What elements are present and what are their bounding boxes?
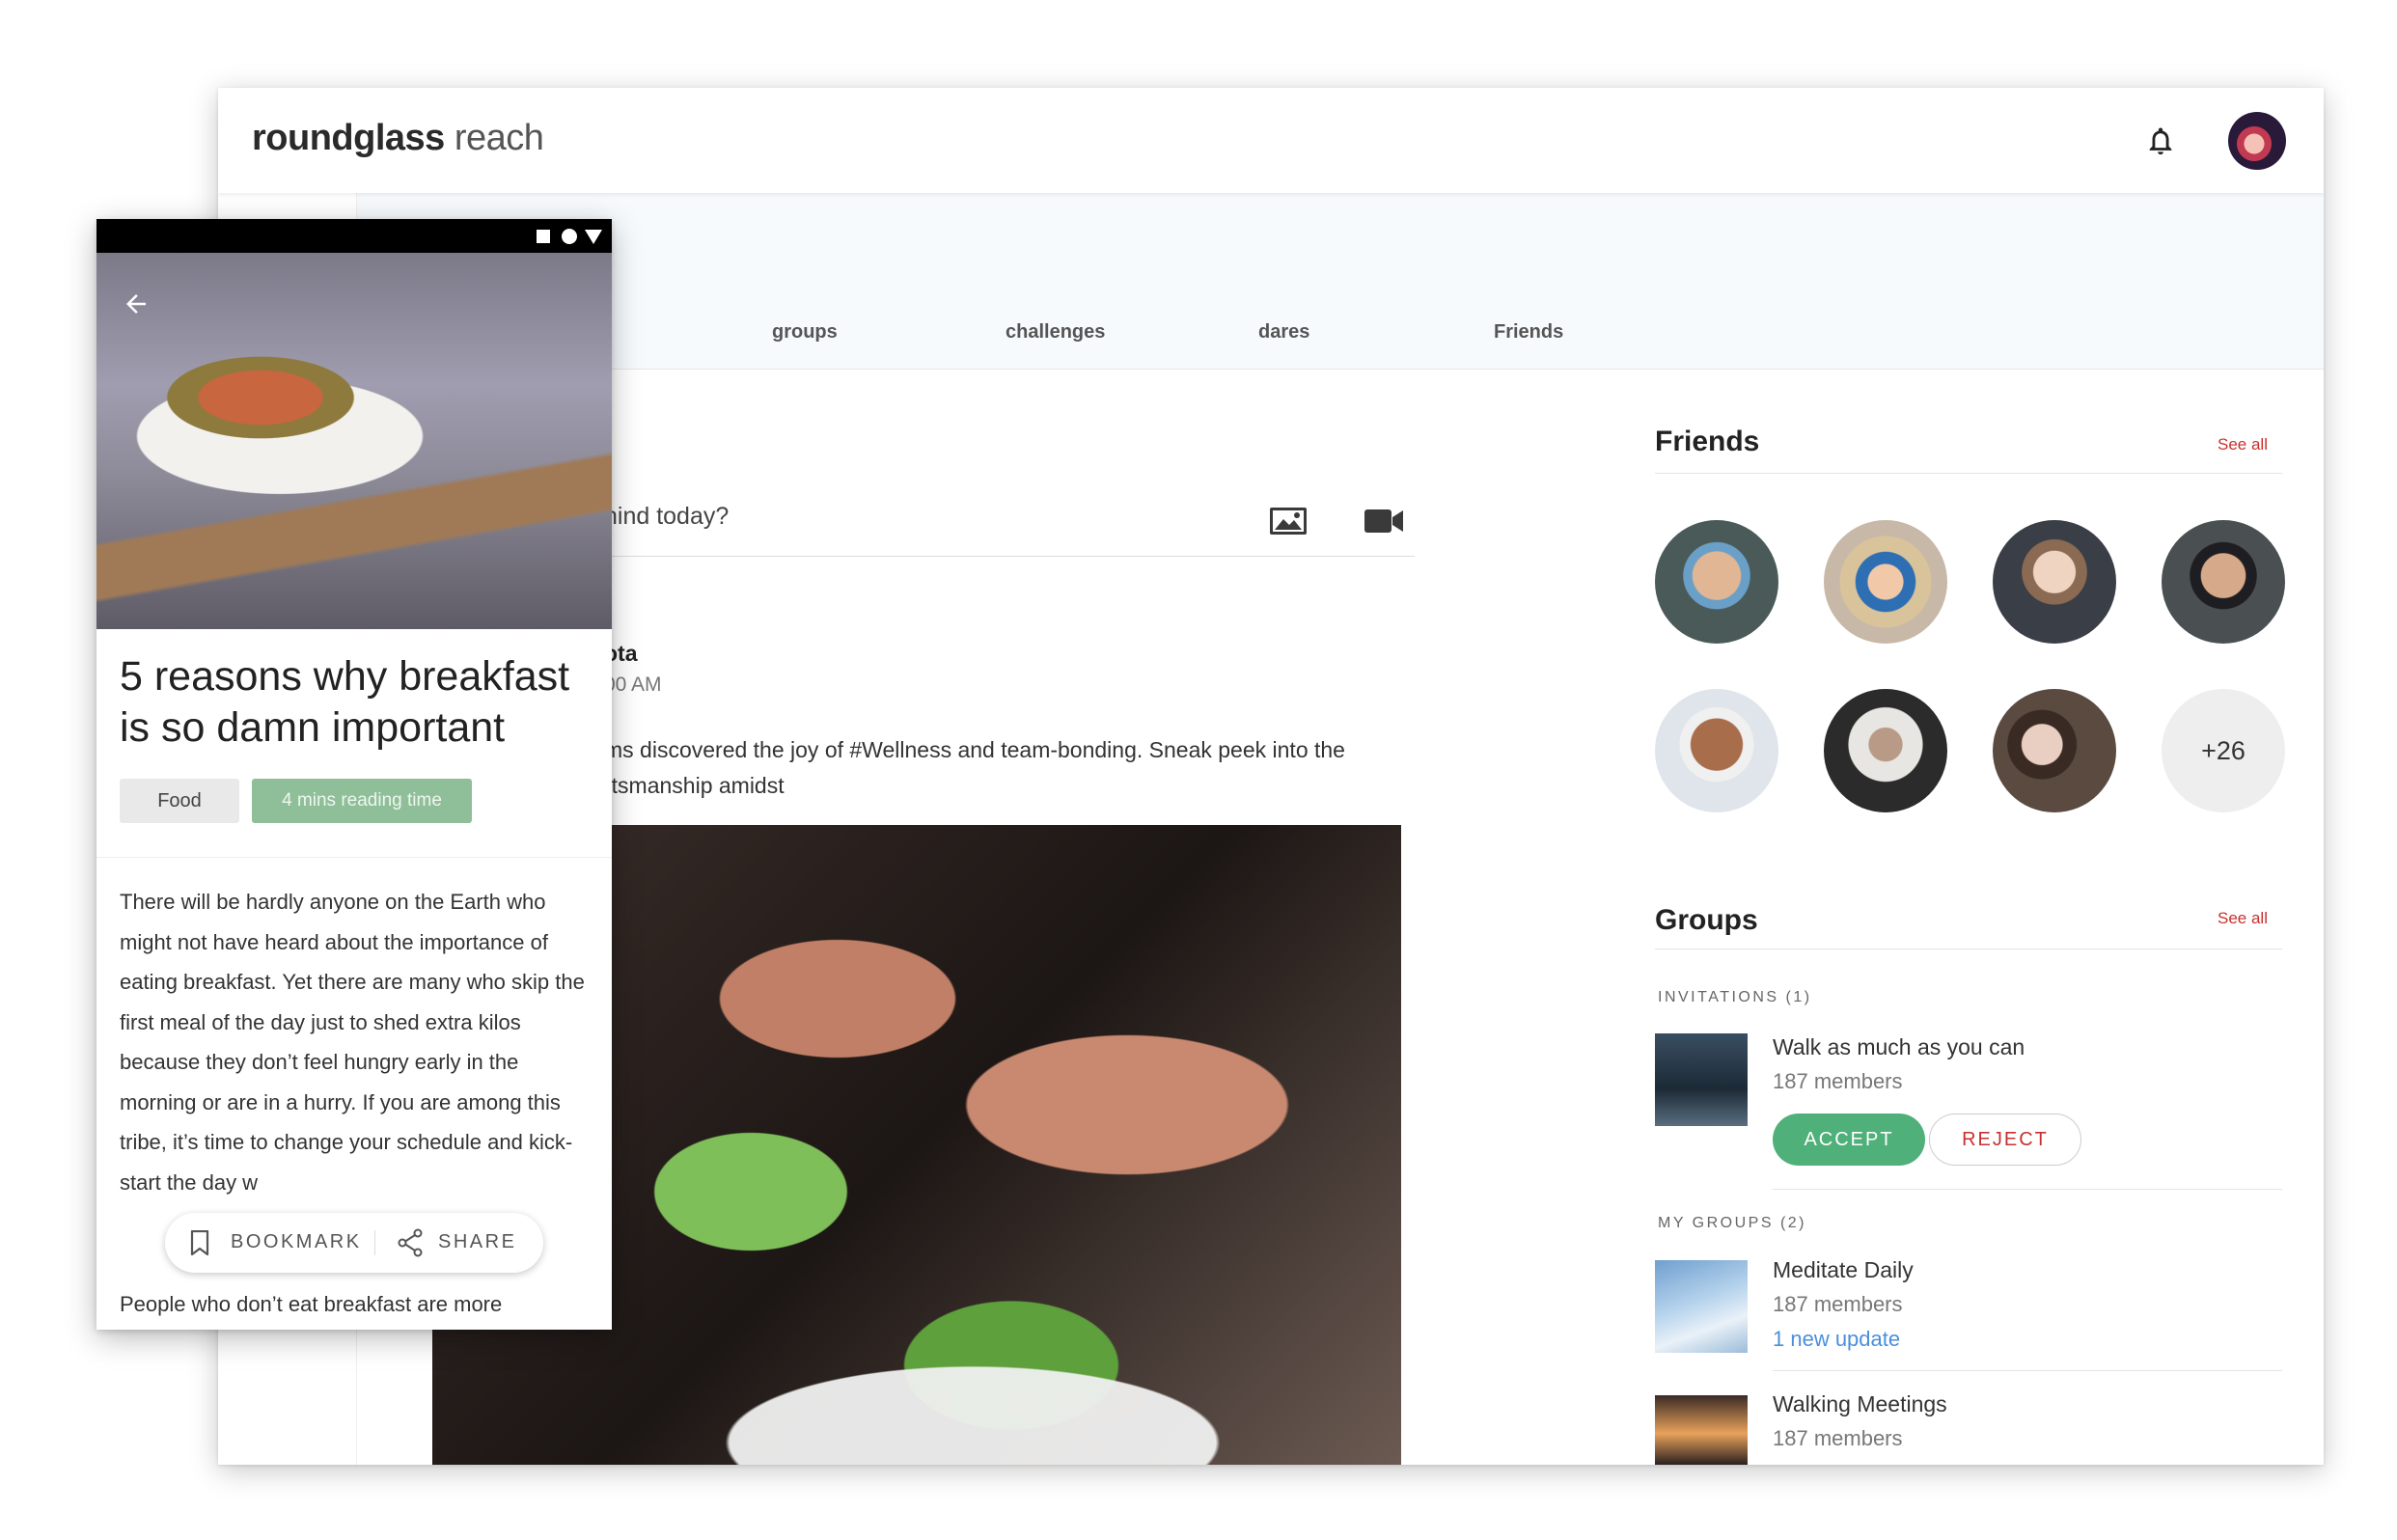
group-thumb-walk[interactable] [1655,1033,1748,1126]
logo-bold-text: roundglass [252,118,445,158]
invitation-divider [1773,1189,2282,1190]
friends-divider [1655,473,2282,474]
post-time: 00 AM [604,674,662,696]
tab-friends[interactable]: Friends [1494,321,1563,344]
action-separator [374,1230,375,1255]
article-title: 5 reasons why breakfast is so damn impor… [120,653,570,751]
group-thumb-walking[interactable] [1655,1395,1748,1465]
composer-underline [604,556,1415,557]
group-name-meditate[interactable]: Meditate Daily [1773,1257,1914,1283]
recents-icon [537,230,550,243]
tab-challenges[interactable]: challenges [1006,321,1105,344]
friend-avatar-5[interactable] [1655,689,1778,812]
app-logo[interactable]: roundglass reach [252,118,544,159]
tag-reading-time: 4 mins reading time [252,779,472,823]
mobile-article-view: 5 reasons why breakfast is so damn impor… [96,219,612,1330]
article-action-bar: BOOKMARK SHARE [165,1213,543,1273]
invitation-group-name[interactable]: Walk as much as you can [1773,1034,2025,1060]
tab-groups[interactable]: groups [772,321,838,344]
my-groups-divider [1773,1370,2282,1371]
back-arrow-icon[interactable] [122,289,151,318]
friend-avatar-7[interactable] [1993,689,2116,812]
status-bar [96,219,612,253]
post-body-line-1: ms discovered the joy of #Wellness and t… [604,737,1345,762]
accept-button[interactable]: ACCEPT [1773,1114,1925,1166]
invitation-group-members: 187 members [1773,1069,1903,1093]
friends-title: Friends [1655,426,1760,457]
video-camera-icon[interactable] [1364,506,1404,536]
article-body: There will be hardly anyone on the Earth… [120,890,585,1195]
my-groups-label: MY GROUPS (2) [1658,1215,1806,1231]
friend-avatar-3[interactable] [1993,520,2116,644]
tab-dares[interactable]: dares [1258,321,1309,344]
logo-light-text: reach [454,118,544,158]
reject-button[interactable]: REJECT [1929,1114,2081,1166]
invitations-label: INVITATIONS (1) [1658,989,1812,1005]
group-thumb-meditate[interactable] [1655,1260,1748,1353]
top-bar: roundglass reach [218,88,2324,193]
more-friends-count[interactable]: +26 [2162,689,2285,812]
tag-food[interactable]: Food [120,779,239,823]
group-update-link[interactable]: 1 new update [1773,1327,1900,1352]
friend-avatar-1[interactable] [1655,520,1778,644]
friends-see-all-link[interactable]: See all [2218,435,2268,454]
article-divider [96,857,612,858]
group-members-walking: 187 members [1773,1426,1903,1450]
groups-see-all-link[interactable]: See all [2218,909,2268,928]
share-button[interactable]: SHARE [438,1231,516,1253]
post-composer-input[interactable]: hind today? [604,503,729,531]
bell-icon[interactable] [2144,124,2177,157]
friend-avatar-4[interactable] [2162,520,2285,644]
image-icon[interactable] [1269,506,1308,536]
group-name-walking[interactable]: Walking Meetings [1773,1391,1947,1417]
article-body-continued: People who don’t eat breakfast are more [120,1292,503,1316]
share-icon[interactable] [397,1228,424,1257]
group-members-meditate: 187 members [1773,1292,1903,1316]
friend-avatar-2[interactable] [1824,520,1947,644]
post-body: ms discovered the joy of #Wellness and t… [604,732,1434,804]
back-triangle-icon [585,230,602,244]
post-body-line-2: rtsmanship amidst [604,773,785,798]
article-hero-image [96,253,612,629]
groups-title: Groups [1655,904,1758,936]
tabs-bar: groups challenges dares Friends [357,193,2324,370]
friend-avatar-6[interactable] [1824,689,1947,812]
bookmark-button[interactable]: BOOKMARK [231,1231,362,1253]
bookmark-icon[interactable] [190,1230,209,1255]
home-icon [562,229,577,244]
user-avatar[interactable] [2228,112,2286,170]
